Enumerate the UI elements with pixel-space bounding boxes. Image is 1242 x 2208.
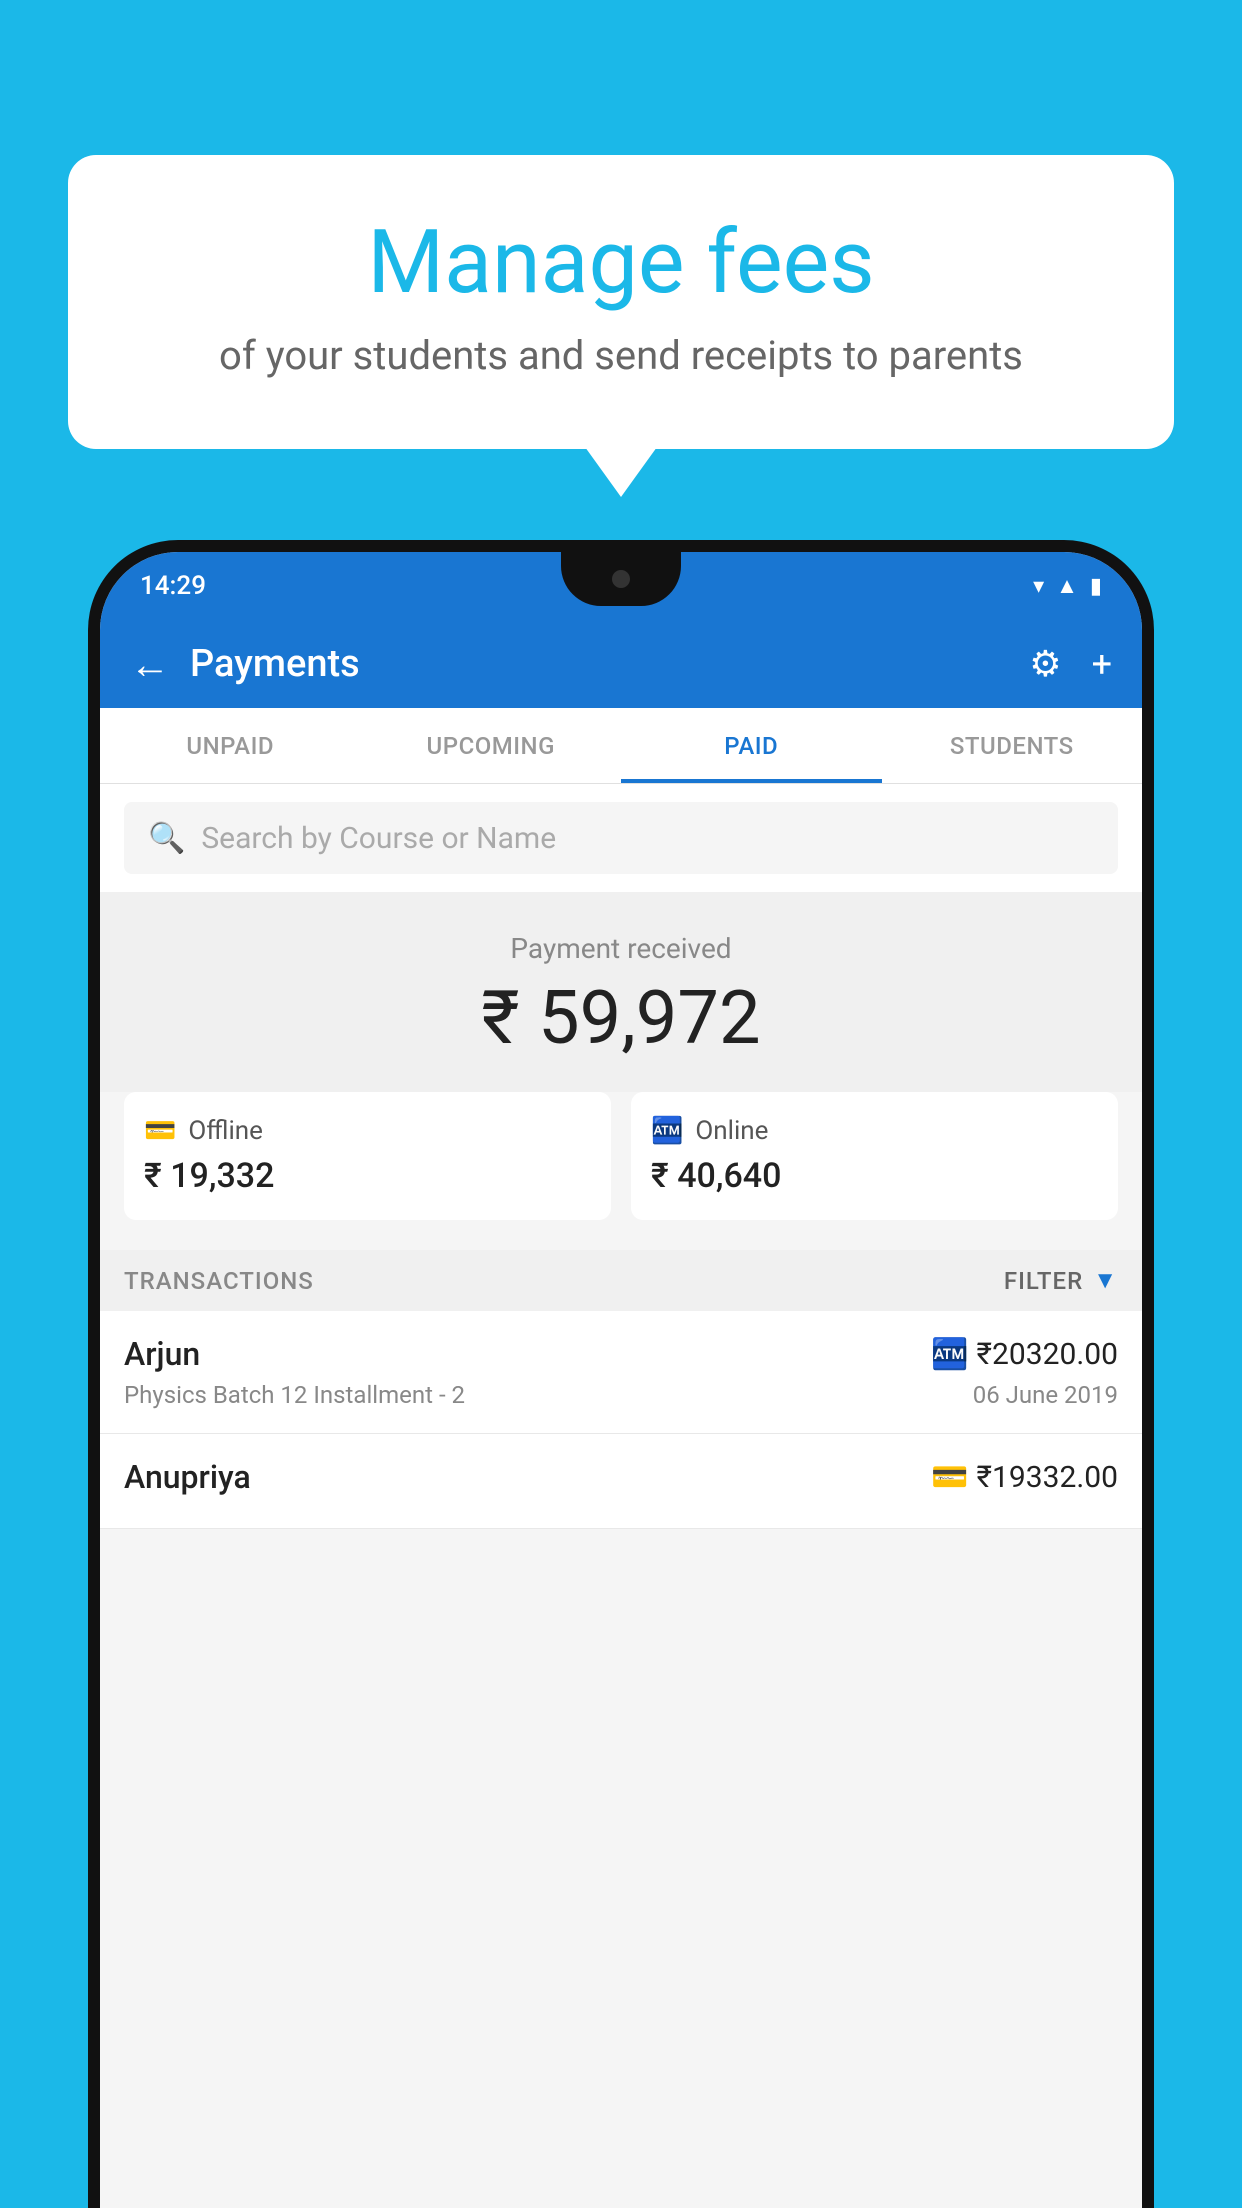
speech-bubble: Manage fees of your students and send re…	[68, 155, 1174, 449]
notch	[561, 552, 681, 606]
header-actions: ⚙ +	[1029, 643, 1112, 685]
offline-amount: ₹ 19,332	[144, 1156, 591, 1196]
back-button[interactable]: ←	[130, 641, 170, 688]
offline-icon: 💳	[144, 1116, 176, 1146]
table-row[interactable]: Anupriya 💳 ₹19332.00	[100, 1434, 1142, 1529]
header-title: Payments	[190, 642, 1029, 686]
online-card: 🏧 Online ₹ 40,640	[631, 1092, 1118, 1220]
table-row[interactable]: Arjun 🏧 ₹20320.00 Physics Batch 12 Insta…	[100, 1311, 1142, 1434]
signal-icon: ▲	[1056, 573, 1078, 599]
online-card-header: 🏧 Online	[651, 1116, 1098, 1146]
settings-icon[interactable]: ⚙	[1029, 643, 1061, 685]
tabs-bar: UNPAID UPCOMING PAID STUDENTS	[100, 708, 1142, 784]
app-header: ← Payments ⚙ +	[100, 620, 1142, 708]
offline-payment-icon: 💳	[931, 1460, 968, 1495]
transaction-top-arjun: Arjun 🏧 ₹20320.00	[124, 1335, 1118, 1373]
wifi-icon: ▾	[1033, 574, 1044, 599]
amount-value-anupriya: ₹19332.00	[977, 1460, 1118, 1495]
online-label: Online	[695, 1116, 768, 1146]
online-payment-icon: 🏧	[931, 1337, 968, 1372]
course-info-arjun: Physics Batch 12 Installment - 2	[124, 1381, 465, 1409]
filter-button[interactable]: FILTER ▼	[1004, 1266, 1118, 1295]
payment-received-label: Payment received	[100, 932, 1142, 965]
search-icon: 🔍	[148, 821, 185, 856]
online-icon: 🏧	[651, 1116, 683, 1146]
bubble-subtitle: of your students and send receipts to pa…	[118, 332, 1124, 379]
battery-icon: ▮	[1090, 574, 1102, 599]
transactions-label: TRANSACTIONS	[124, 1267, 314, 1295]
online-amount: ₹ 40,640	[651, 1156, 1098, 1196]
search-bar[interactable]: 🔍 Search by Course or Name	[124, 802, 1118, 874]
student-name-anupriya: Anupriya	[124, 1458, 251, 1496]
status-icons: ▾ ▲ ▮	[1033, 573, 1102, 599]
add-icon[interactable]: +	[1092, 643, 1112, 685]
phone-frame: 14:29 ▾ ▲ ▮ ← Payments ⚙ + UNPAID UPCOMI…	[88, 540, 1154, 2208]
tab-unpaid[interactable]: UNPAID	[100, 708, 361, 783]
transaction-bottom-arjun: Physics Batch 12 Installment - 2 06 June…	[124, 1381, 1118, 1409]
offline-card: 💳 Offline ₹ 19,332	[124, 1092, 611, 1220]
status-time: 14:29	[140, 571, 206, 601]
amount-value-arjun: ₹20320.00	[977, 1337, 1118, 1372]
payment-cards: 💳 Offline ₹ 19,332 🏧 Online ₹ 40,640	[100, 1092, 1142, 1250]
tab-students[interactable]: STUDENTS	[882, 708, 1143, 783]
transaction-amount-anupriya: 💳 ₹19332.00	[931, 1460, 1118, 1495]
bubble-title: Manage fees	[118, 215, 1124, 312]
payment-total-amount: ₹ 59,972	[100, 975, 1142, 1062]
tab-upcoming[interactable]: UPCOMING	[361, 708, 622, 783]
tab-paid[interactable]: PAID	[621, 708, 882, 783]
search-placeholder: Search by Course or Name	[201, 821, 556, 856]
offline-label: Offline	[188, 1116, 263, 1146]
camera-dot	[612, 570, 630, 588]
transaction-amount-arjun: 🏧 ₹20320.00	[931, 1337, 1118, 1372]
student-name-arjun: Arjun	[124, 1335, 200, 1373]
search-container: 🔍 Search by Course or Name	[100, 784, 1142, 892]
filter-icon: ▼	[1093, 1266, 1118, 1295]
transaction-top-anupriya: Anupriya 💳 ₹19332.00	[124, 1458, 1118, 1496]
status-bar: 14:29 ▾ ▲ ▮	[100, 552, 1142, 620]
offline-card-header: 💳 Offline	[144, 1116, 591, 1146]
transactions-header: TRANSACTIONS FILTER ▼	[100, 1250, 1142, 1311]
payment-summary: Payment received ₹ 59,972	[100, 892, 1142, 1092]
filter-label: FILTER	[1004, 1267, 1083, 1295]
date-arjun: 06 June 2019	[973, 1381, 1118, 1409]
phone-inner: 14:29 ▾ ▲ ▮ ← Payments ⚙ + UNPAID UPCOMI…	[100, 552, 1142, 2208]
